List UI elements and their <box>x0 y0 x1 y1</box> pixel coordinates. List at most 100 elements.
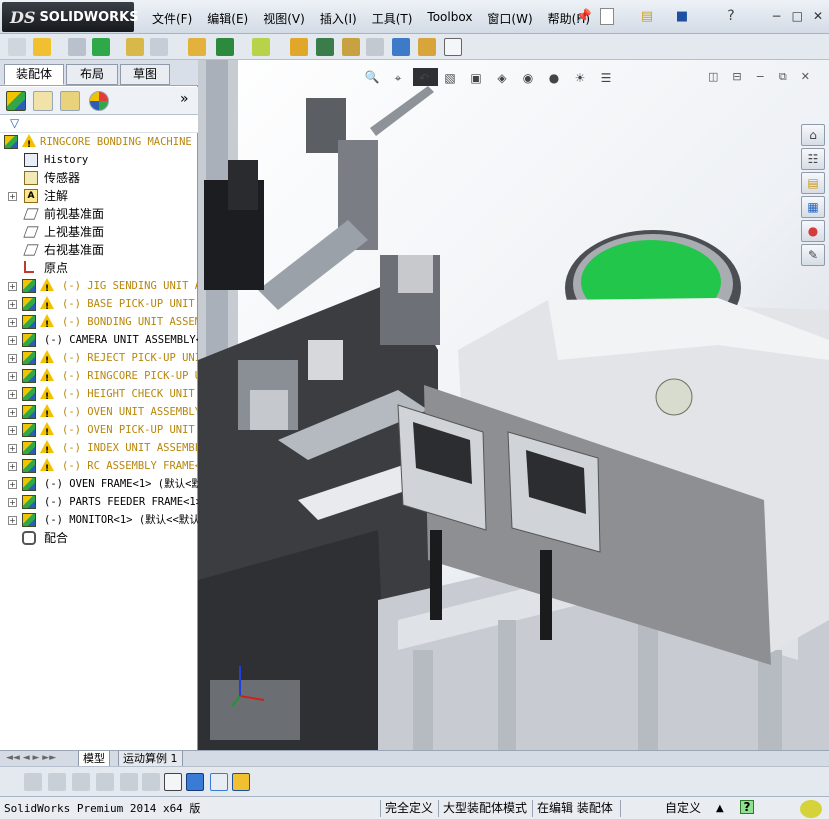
menu-window[interactable]: 窗口(W) <box>487 10 532 27</box>
tree-item-right-plane[interactable]: 右视基准面 <box>0 241 198 259</box>
tree-item-component[interactable]: + (-) PARTS FEEDER FRAME<1> <box>0 493 198 511</box>
table-icon[interactable] <box>210 773 228 791</box>
new-document-icon[interactable] <box>600 8 614 25</box>
tree-item-component[interactable]: + (-) REJECT PICK-UP UNIT <box>0 349 198 370</box>
assembly-features-icon[interactable] <box>216 38 234 56</box>
tree-item-component[interactable]: + (-) BASE PICK-UP UNIT A <box>0 295 198 316</box>
minimize-icon[interactable]: − <box>772 9 782 23</box>
restore-icon[interactable]: □ <box>792 9 803 23</box>
zoom-to-fit-icon[interactable]: 🔍 <box>362 68 382 88</box>
axis-icon[interactable] <box>164 773 182 791</box>
expand-toggle[interactable]: + <box>8 516 17 525</box>
tab-layout[interactable]: 布局 <box>66 64 118 85</box>
explode-line-sketch-icon[interactable] <box>366 38 384 56</box>
expand-toggle[interactable]: + <box>8 390 17 399</box>
expand-toggle[interactable]: + <box>8 426 17 435</box>
revolve-icon[interactable] <box>72 773 90 791</box>
instant3d-icon[interactable] <box>444 38 462 56</box>
viewport-minimize-icon[interactable]: − <box>756 70 765 84</box>
tree-item-history[interactable]: History <box>0 151 198 169</box>
display-style-icon[interactable]: ◈ <box>492 68 512 88</box>
help-icon[interactable]: ? <box>722 7 740 25</box>
interference-detection-icon[interactable] <box>392 38 410 56</box>
tree-item-annotations[interactable]: + A 注解 <box>0 187 198 205</box>
tree-item-component[interactable]: + (-) RINGCORE PICK-UP UN <box>0 367 198 388</box>
split-vertical-icon[interactable]: ◫ <box>708 70 718 84</box>
expand-toggle[interactable]: + <box>8 372 17 381</box>
clearance-verification-icon[interactable] <box>418 38 436 56</box>
property-manager-icon[interactable] <box>33 91 53 111</box>
expand-toggle[interactable]: + <box>8 444 17 453</box>
tree-item-component[interactable]: + (-) BONDING UNIT ASSEMB <box>0 313 198 334</box>
view-orientation-icon[interactable]: ▣ <box>466 68 486 88</box>
expand-toggle[interactable]: + <box>8 192 17 201</box>
tree-item-component[interactable]: + (-) HEIGHT CHECK UNIT A <box>0 385 198 406</box>
expand-toggle[interactable]: + <box>8 318 17 327</box>
open-folder-icon[interactable]: ▤ <box>638 8 656 26</box>
linear-pattern-icon[interactable] <box>92 38 110 56</box>
tab-assembly[interactable]: 装配体 <box>4 64 64 85</box>
folder-icon[interactable]: ▤ <box>801 172 825 194</box>
section-view-icon[interactable]: ▧ <box>440 68 460 88</box>
save-icon[interactable]: ■ <box>673 8 691 26</box>
tree-item-sensors[interactable]: 传感器 <box>0 169 198 187</box>
status-help-icon[interactable]: ? <box>740 800 754 814</box>
menu-edit[interactable]: 编辑(E) <box>207 10 248 27</box>
filter-icon[interactable]: ▽ <box>10 116 19 130</box>
tree-item-component[interactable]: + (-) JIG SENDING UNIT AS <box>0 277 198 298</box>
appearance-icon[interactable]: ● <box>801 220 825 242</box>
edit-appearance-icon[interactable]: ● <box>544 68 564 88</box>
tree-item-component[interactable]: + (-) OVEN PICK-UP UNIT A <box>0 421 198 442</box>
expand-toggle[interactable]: + <box>8 408 17 417</box>
solidworks-logo[interactable]: DS SOLIDWORKS <box>2 2 139 32</box>
custom-properties-icon[interactable]: ✎ <box>801 244 825 266</box>
expand-panel-icon[interactable]: » <box>180 91 189 107</box>
resources-icon[interactable]: ☷ <box>801 148 825 170</box>
menu-tools[interactable]: 工具(T) <box>372 10 413 27</box>
tree-item-origin[interactable]: 原点 <box>0 259 198 277</box>
smart-fasteners-icon[interactable] <box>126 38 144 56</box>
display-manager-icon[interactable] <box>89 91 109 111</box>
menu-insert[interactable]: 插入(I) <box>320 10 357 27</box>
pin-icon[interactable]: 📌 <box>575 8 593 26</box>
status-custom-units[interactable]: 自定义 <box>620 800 701 817</box>
expand-toggle[interactable]: + <box>8 300 17 309</box>
export-icon[interactable] <box>232 773 250 791</box>
expand-toggle[interactable]: + <box>8 282 17 291</box>
tab-sketch[interactable]: 草图 <box>120 64 170 85</box>
move-component-icon[interactable] <box>150 38 168 56</box>
shaded-icon[interactable] <box>186 773 204 791</box>
view-palette-icon[interactable]: ▦ <box>801 196 825 218</box>
rebuild-indicator-icon[interactable] <box>800 800 822 818</box>
insert-component-icon[interactable] <box>8 38 26 56</box>
apply-scene-icon[interactable]: ☀ <box>570 68 590 88</box>
expand-toggle[interactable]: + <box>8 462 17 471</box>
paperclip-icon[interactable] <box>68 38 86 56</box>
feature-tree-icon[interactable] <box>6 91 26 111</box>
graphics-area[interactable]: 🔍 ⌖ ↶ ▧ ▣ ◈ ◉ ● ☀ ☰ <box>198 60 829 750</box>
viewport-restore-icon[interactable]: ⧉ <box>779 70 787 84</box>
tab-motion-study-1[interactable]: 运动算例 1 <box>118 751 183 767</box>
split-horizontal-icon[interactable]: ⊟ <box>732 70 741 84</box>
tree-item-component[interactable]: + (-) INDEX UNIT ASSEMBLY <box>0 439 198 460</box>
hatch-icon[interactable] <box>120 773 138 791</box>
status-large-assembly-mode[interactable]: 大型装配体模式 <box>438 800 527 817</box>
tree-item-front-plane[interactable]: 前视基准面 <box>0 205 198 223</box>
reference-geometry-icon[interactable] <box>252 38 270 56</box>
bill-of-materials-icon[interactable] <box>316 38 334 56</box>
expand-toggle[interactable]: + <box>8 498 17 507</box>
tree-item-component[interactable]: + (-) RC ASSEMBLY FRAME< <box>0 457 198 478</box>
view-settings-icon[interactable]: ☰ <box>596 68 616 88</box>
tree-item-component[interactable]: + (-) OVEN UNIT ASSEMBLY< <box>0 403 198 424</box>
expand-toggle[interactable]: + <box>8 354 17 363</box>
menu-file[interactable]: 文件(F) <box>152 10 192 27</box>
viewport-close-icon[interactable]: ✕ <box>801 70 810 84</box>
expand-toggle[interactable]: + <box>8 480 17 489</box>
tree-root[interactable]: RINGCORE BONDING MACHINE <box>0 133 198 154</box>
configuration-manager-icon[interactable] <box>60 91 80 111</box>
exploded-view-icon[interactable] <box>342 38 360 56</box>
home-icon[interactable]: ⌂ <box>801 124 825 146</box>
tree-item-component[interactable]: + (-) CAMERA UNIT ASSEMBLY< <box>0 331 198 349</box>
hide-show-items-icon[interactable]: ◉ <box>518 68 538 88</box>
new-motion-study-icon[interactable] <box>290 38 308 56</box>
